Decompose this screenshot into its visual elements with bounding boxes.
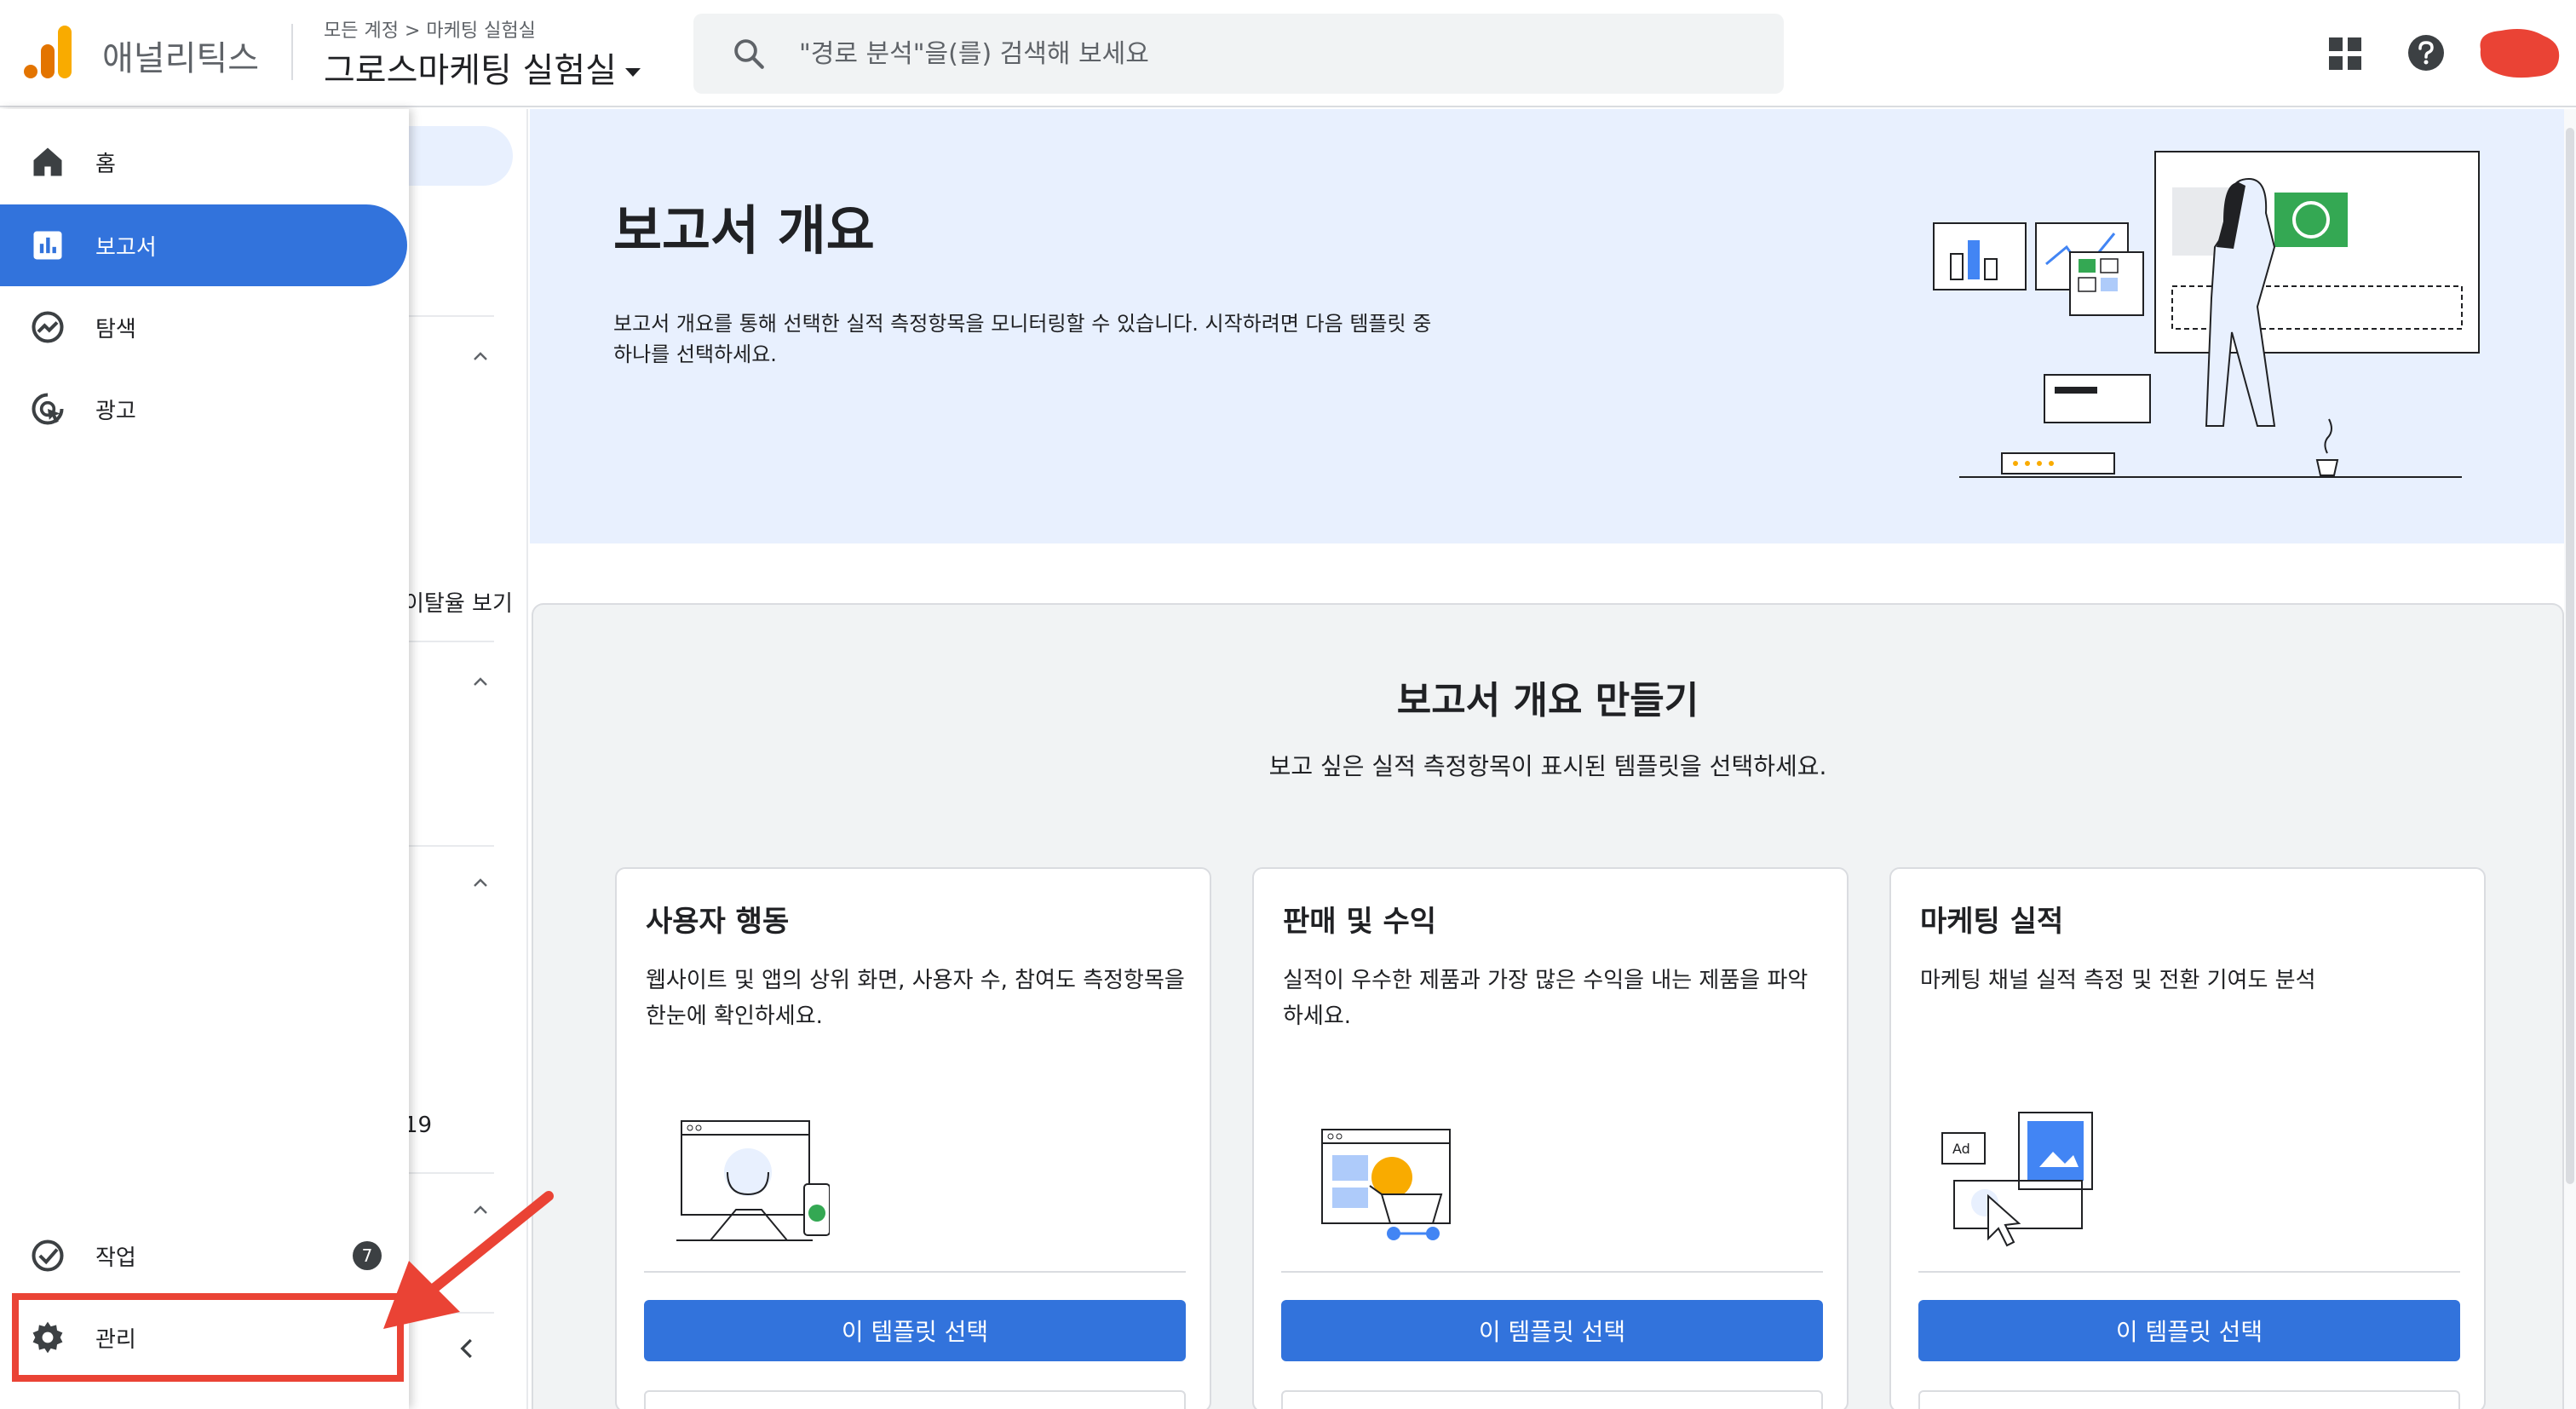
hero-description: 보고서 개요를 통해 선택한 실적 측정항목을 모니터링할 수 있습니다. 시작…	[613, 312, 1432, 366]
app-name[interactable]: 애널리틱스	[102, 31, 259, 80]
chevron-up-icon[interactable]	[470, 671, 491, 692]
search-input[interactable]	[799, 32, 1736, 75]
card-description: 웹사이트 및 앱의 상위 화면, 사용자 수, 참여도 측정항목을 한눈에 확인…	[646, 968, 1185, 1029]
collapse-chevron-left-icon[interactable]	[455, 1336, 480, 1361]
ad-label: Ad	[1952, 1141, 1970, 1157]
top-app-bar: 애널리틱스 모든 계정 > 마케팅 실험실 그로스마케팅 실험실	[0, 0, 2576, 107]
nav-item-explore[interactable]: 탐색	[0, 286, 407, 368]
card-divider	[1281, 1271, 1823, 1273]
nav-item-home[interactable]: 홈	[0, 121, 407, 203]
navigation-drawer: 홈 보고서 탐색 광고 작업 7 관리	[0, 109, 409, 1409]
template-card-sales-revenue[interactable]: 판매 및 수익 실적이 우수한 제품과 가장 많은 수익을 내는 제품을 파악하…	[1252, 867, 1849, 1409]
help-icon[interactable]	[2407, 34, 2445, 72]
account-breadcrumb[interactable]: 모든 계정 > 마케팅 실험실	[324, 15, 536, 43]
analytics-logo-icon[interactable]	[24, 26, 75, 80]
user-behavior-illustration	[676, 1120, 830, 1241]
builder-title: 보고서 개요 만들기	[1396, 679, 1699, 722]
caret-down-icon	[624, 68, 641, 77]
explore-icon	[32, 311, 64, 343]
nav-item-label: 광고	[95, 398, 136, 424]
nav-item-advertising[interactable]: 광고	[0, 368, 407, 450]
card-divider	[1918, 1271, 2460, 1273]
nav-item-reports[interactable]: 보고서	[0, 204, 407, 286]
account-avatar[interactable]	[2475, 24, 2564, 82]
nav-item-label: 탐색	[95, 316, 136, 342]
select-template-button[interactable]: 이 템플릿 선택	[644, 1300, 1186, 1361]
chevron-up-icon[interactable]	[470, 872, 491, 893]
select-template-button[interactable]: 이 템플릿 선택	[1281, 1300, 1823, 1361]
search-icon	[734, 39, 764, 69]
view-template-button[interactable]	[644, 1390, 1186, 1409]
nav-item-tasks[interactable]: 작업 7	[0, 1215, 407, 1297]
subnav-partial-label[interactable]: ​이탈율 보기	[404, 586, 513, 618]
search-bar[interactable]	[693, 14, 1784, 94]
page-scrollbar-thumb[interactable]	[2566, 128, 2574, 1184]
nav-item-label: 보고서	[95, 234, 157, 261]
property-name: 그로스마케팅 실험실	[324, 51, 617, 90]
advertising-icon	[32, 393, 64, 425]
check-circle-icon	[32, 1239, 64, 1272]
dashboard-illustration	[1933, 151, 2480, 478]
subnav-divider	[409, 641, 494, 642]
view-template-button[interactable]	[1281, 1390, 1823, 1409]
template-card-user-behavior[interactable]: 사용자 행동 웹사이트 및 앱의 상위 화면, 사용자 수, 참여도 측정항목을…	[615, 867, 1211, 1409]
view-template-button[interactable]	[1918, 1390, 2460, 1409]
nav-item-label: 홈	[95, 151, 116, 177]
home-icon	[33, 147, 62, 176]
card-description: 실적이 우수한 제품과 가장 많은 수익을 내는 제품을 파악하세요.	[1283, 968, 1808, 1029]
card-title: 판매 및 수익	[1283, 905, 1437, 939]
subnav-divider	[409, 845, 494, 847]
card-divider	[644, 1271, 1186, 1273]
property-selector[interactable]: 그로스마케팅 실험실	[324, 43, 641, 92]
select-template-button[interactable]: 이 템플릿 선택	[1918, 1300, 2460, 1361]
header-divider	[291, 24, 293, 80]
card-title: 마케팅 실적	[1920, 905, 2064, 939]
builder-subtitle: 보고 싶은 실적 측정항목이 표시된 템플릿을 선택하세요.	[1268, 752, 1827, 780]
annotation-highlight-box	[12, 1293, 404, 1382]
chevron-up-icon[interactable]	[470, 346, 491, 366]
sales-cart-illustration	[1321, 1129, 1451, 1240]
apps-grid-icon[interactable]	[2329, 37, 2361, 70]
subnav-divider	[409, 1172, 494, 1174]
card-description: 마케팅 채널 실적 측정 및 전환 기여도 분석	[1920, 968, 2316, 993]
page-title: 보고서 개요	[613, 199, 875, 262]
subnav-divider	[409, 315, 494, 317]
reports-icon	[33, 231, 62, 260]
annotation-arrow-icon	[383, 1191, 554, 1329]
subnav-selected-item[interactable]	[392, 126, 513, 186]
nav-item-label: 작업	[95, 1245, 136, 1271]
marketing-ad-illustration: Ad	[1941, 1112, 2093, 1247]
template-card-marketing-performance[interactable]: 마케팅 실적 마케팅 채널 실적 측정 및 전환 기여도 분석 Ad 이 템플릿…	[1889, 867, 2486, 1409]
card-title: 사용자 행동	[646, 905, 790, 939]
